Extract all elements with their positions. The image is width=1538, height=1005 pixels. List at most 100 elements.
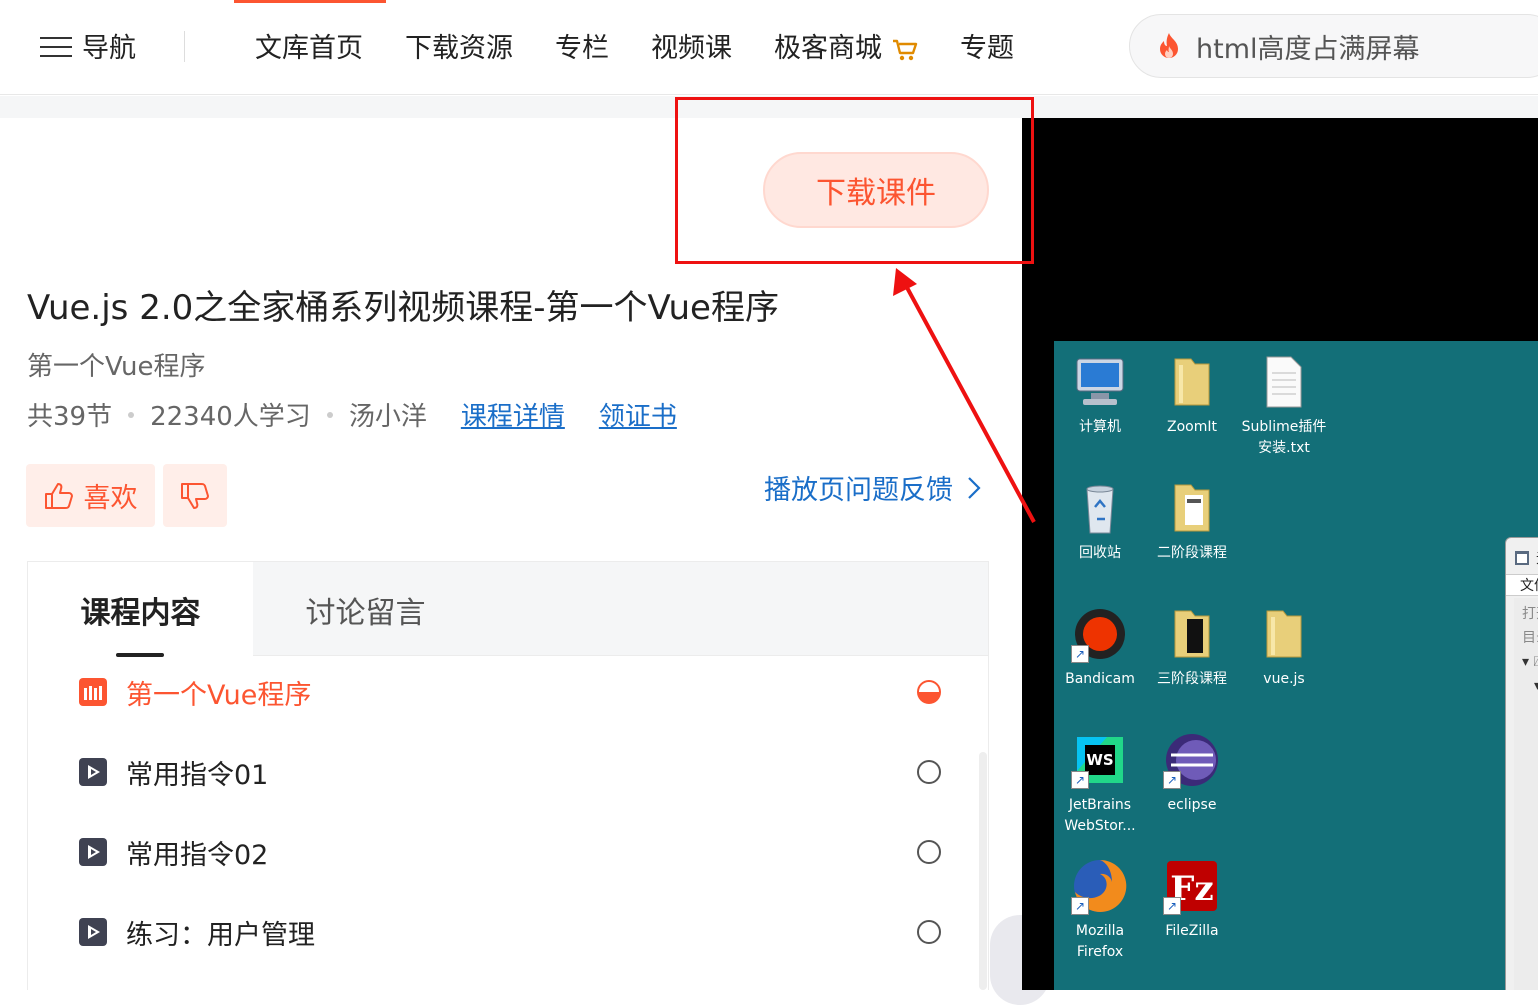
play-icon (79, 758, 107, 786)
text-file-icon (1255, 353, 1313, 411)
svg-text:WS: WS (1086, 751, 1113, 769)
nav-link-columns[interactable]: 专栏 (555, 26, 609, 65)
folder-icon (1163, 605, 1221, 663)
cart-icon (893, 39, 918, 60)
lesson-item[interactable]: 常用指令01 (28, 732, 990, 812)
shortcut-arrow-icon: ↗ (1071, 771, 1089, 789)
desktop-icon-label: 计算机 (1079, 419, 1121, 435)
nav-divider (184, 31, 185, 62)
desktop-icon-eclipse: ↗ eclipse (1146, 731, 1238, 816)
progress-half-icon (917, 680, 941, 704)
tab-discussion[interactable]: 讨论留言 (253, 562, 478, 657)
desktop-icon-label: eclipse (1167, 797, 1217, 813)
desktop-icon-label: 回收站 (1079, 545, 1121, 561)
desktop-icon-label: JetBrains WebStor... (1064, 797, 1136, 834)
progress-empty-icon (917, 840, 941, 864)
folder-icon (1163, 479, 1221, 537)
desktop-icon-label: vue.js (1263, 671, 1305, 687)
active-nav-indicator (234, 0, 386, 3)
firefox-icon: ↗ (1071, 857, 1129, 915)
desktop-icon-stage2: 二阶段课程 (1146, 479, 1238, 564)
author-name: 汤小洋 (348, 402, 427, 432)
like-label: 喜欢 (83, 483, 138, 514)
desktop-icon-label: 二阶段课程 (1157, 545, 1227, 561)
search-box[interactable] (1129, 14, 1538, 78)
like-button[interactable]: 喜欢 (26, 464, 155, 527)
lesson-item-current[interactable]: 第一个Vue程序 (28, 652, 990, 732)
hamburger-icon (40, 33, 72, 59)
desktop-icon-filezilla: Fz ↗ FileZilla (1146, 857, 1238, 942)
course-meta: 共39节 22340人学习 汤小洋 课程详情 领证书 (27, 396, 677, 433)
lesson-item[interactable]: 常用指令02 (28, 812, 990, 892)
download-courseware-button[interactable]: 下载课件 (763, 152, 989, 228)
window-titlebar: 无标 (1514, 548, 1538, 568)
folder-icon (1163, 353, 1221, 411)
computer-icon (1071, 353, 1129, 411)
desktop-icon-label: FileZilla (1165, 923, 1219, 939)
shortcut-arrow-icon: ↗ (1071, 645, 1089, 663)
tab-course-content[interactable]: 课程内容 (28, 562, 253, 657)
course-title: Vue.js 2.0之全家桶系列视频课程-第一个Vue程序 (27, 288, 779, 328)
folder-icon (1255, 605, 1313, 663)
tab-discussion-label: 讨论留言 (305, 595, 426, 631)
thumbs-down-icon (181, 482, 209, 509)
webstorm-icon: WS ↗ (1071, 731, 1129, 789)
window-menu-file: 文件(F) (1506, 574, 1538, 596)
page-background-band (0, 96, 1538, 118)
desktop-icon-sublime-txt: Sublime插件 安装.txt (1238, 353, 1330, 459)
app-window-icon (1515, 551, 1529, 565)
nav-link-topics[interactable]: 专题 (960, 26, 1014, 65)
bandicam-icon: ↗ (1071, 605, 1129, 663)
search-input[interactable] (1194, 29, 1514, 63)
desktop-icon-stage3: 三阶段课程 (1146, 605, 1238, 690)
lesson-title: 常用指令02 (126, 839, 269, 871)
course-detail-link[interactable]: 课程详情 (461, 396, 565, 433)
nav-link-geek-store[interactable]: 极客商城 (774, 26, 918, 65)
top-navbar: 导航 文库首页 下载资源 专栏 视频课 极客商城 专题 (0, 0, 1538, 95)
tab-course-content-label: 课程内容 (80, 595, 201, 631)
dislike-button[interactable] (163, 464, 227, 527)
thumbs-up-icon (44, 482, 73, 509)
lesson-list-scrollbar[interactable] (979, 752, 987, 990)
desktop-icon-label: ZoomIt (1167, 419, 1217, 435)
video-frame-desktop: 计算机 ZoomIt Sublime插件 安装.txt 回收站 二阶段课程 ↗ … (1054, 341, 1538, 990)
sidebar-entry: 打开文 (1522, 606, 1538, 622)
content-tabs: 课程内容 讨论留言 (27, 561, 989, 657)
desktop-icon-computer: 计算机 (1054, 353, 1146, 438)
nav-link-downloads[interactable]: 下载资源 (405, 26, 513, 65)
desktop-icon-vuejs: vue.js (1238, 605, 1330, 690)
flame-icon (1160, 33, 1178, 58)
progress-empty-icon (917, 760, 941, 784)
learner-count: 22340人学习 (150, 402, 311, 432)
shortcut-arrow-icon: ↗ (1071, 897, 1089, 915)
play-icon (79, 918, 107, 946)
desktop-icon-label: Bandicam (1065, 671, 1135, 687)
video-player[interactable]: 计算机 ZoomIt Sublime插件 安装.txt 回收站 二阶段课程 ↗ … (1022, 118, 1538, 990)
nav-menu-toggle[interactable]: 导航 (40, 26, 136, 65)
desktop-icon-zoomit: ZoomIt (1146, 353, 1238, 438)
nav-link-library[interactable]: 文库首页 (255, 26, 363, 65)
lesson-subtitle: 第一个Vue程序 (27, 352, 206, 382)
progress-empty-icon (917, 920, 941, 944)
desktop-icon-label: 三阶段课程 (1157, 671, 1227, 687)
certificate-link[interactable]: 领证书 (599, 396, 677, 433)
meta-separator (326, 411, 333, 418)
lesson-item[interactable]: 练习：用户管理 (28, 892, 990, 972)
lesson-title: 第一个Vue程序 (126, 679, 312, 711)
desktop-icon-bandicam: ↗ Bandicam (1054, 605, 1146, 690)
eclipse-icon: ↗ (1163, 731, 1221, 789)
meta-separator (128, 411, 135, 418)
desktop-icon-webstorm: WS ↗ JetBrains WebStor... (1054, 731, 1146, 837)
window-sidebar: 打开文 目录 ▾ 🗁 ▾ 🗁 (1514, 598, 1538, 990)
section-count: 共39节 (27, 402, 113, 432)
nav-menu-label: 导航 (82, 33, 136, 64)
recycle-bin-icon (1071, 479, 1129, 537)
feedback-label: 播放页问题反馈 (764, 475, 953, 506)
player-feedback-link[interactable]: 播放页问题反馈 (764, 468, 981, 507)
lesson-list: 第一个Vue程序 常用指令01 常用指令02 练习：用户管理 (27, 656, 989, 990)
editor-window-fragment: 无标 文件(F) 打开文 目录 ▾ 🗁 ▾ 🗁 (1505, 537, 1538, 990)
nav-link-geek-store-label: 极客商城 (774, 33, 882, 64)
desktop-icon-firefox: ↗ Mozilla Firefox (1054, 857, 1146, 963)
nav-links: 文库首页 下载资源 专栏 视频课 极客商城 专题 (255, 26, 1014, 65)
nav-link-video-courses[interactable]: 视频课 (651, 26, 732, 65)
